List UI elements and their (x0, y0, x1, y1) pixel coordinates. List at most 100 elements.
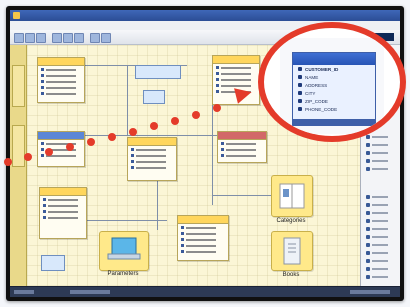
pointer-dot (213, 104, 221, 112)
toolbar-button[interactable] (74, 33, 84, 43)
pointer-dot (24, 153, 32, 161)
key-icon (41, 68, 44, 71)
column-icon (181, 244, 184, 247)
customers-table[interactable]: CUSTOMER_ID NAME ADDRESS CITY ZIP_CODE P… (292, 52, 376, 126)
table-field-row: CUSTOMER_ID (298, 65, 370, 73)
relation-node[interactable] (41, 255, 65, 271)
key-icon (181, 226, 184, 229)
field-name: CUSTOMER_ID (305, 66, 339, 72)
column-icon (131, 154, 134, 157)
tree-item[interactable] (366, 211, 388, 215)
laptop-icon (107, 237, 141, 260)
field-name: ZIP_CODE (305, 98, 328, 104)
pointer-dot (108, 133, 116, 141)
table-entity[interactable] (39, 187, 87, 239)
column-icon (41, 80, 44, 83)
tree-node-icon (366, 243, 370, 247)
tree-item[interactable] (366, 275, 388, 279)
column-icon (131, 166, 134, 169)
tree-item[interactable] (366, 227, 388, 231)
field-name: NAME (305, 74, 319, 80)
title-bar (10, 10, 400, 21)
table-entity[interactable] (37, 57, 85, 103)
toolbar-button[interactable] (63, 33, 73, 43)
table-field-row: ZIP_CODE (298, 97, 370, 105)
taskbar-item[interactable] (14, 290, 34, 294)
tree-node-icon (366, 195, 370, 199)
tree-item[interactable] (366, 235, 388, 239)
tree-item[interactable] (366, 167, 388, 171)
relation-node[interactable] (143, 90, 165, 104)
toolbar-button[interactable] (101, 33, 111, 43)
relation-line (212, 105, 213, 205)
tree-node-icon (366, 167, 370, 171)
customers-table-header (293, 53, 375, 65)
column-icon (181, 238, 184, 241)
key-icon (216, 66, 219, 69)
books-illustration[interactable] (271, 231, 313, 271)
taskbar-item[interactable] (350, 290, 390, 294)
book-icon (279, 183, 305, 209)
table-field-row: CITY (298, 89, 370, 97)
tree-item[interactable] (366, 267, 388, 271)
column-icon (298, 99, 302, 103)
left-panel (10, 45, 27, 287)
tree-node-icon (366, 211, 370, 215)
taskbar-item[interactable] (70, 290, 110, 294)
pointer-dot (4, 158, 12, 166)
pointer-dot (150, 122, 158, 130)
categories-illustration[interactable] (271, 175, 313, 217)
tree-node-icon (366, 203, 370, 207)
pointer-dot (45, 148, 53, 156)
tree-item[interactable] (366, 143, 388, 147)
tree-item[interactable] (366, 151, 388, 155)
tree-node-icon (366, 227, 370, 231)
table-entity[interactable] (127, 137, 177, 181)
left-panel-tab[interactable] (12, 65, 25, 107)
column-icon (41, 148, 44, 151)
tree-item[interactable] (366, 251, 388, 255)
parameters-illustration[interactable] (99, 231, 149, 271)
table-entity[interactable] (177, 215, 229, 261)
tree-item[interactable] (366, 259, 388, 263)
tree-node-icon (366, 159, 370, 163)
app-icon (13, 12, 20, 19)
column-icon (43, 210, 46, 213)
pointer-dot (87, 138, 95, 146)
toolbar-button[interactable] (52, 33, 62, 43)
left-panel-tab[interactable] (12, 125, 25, 167)
tree-item[interactable] (366, 195, 388, 199)
pointer-dot (171, 117, 179, 125)
tree-node-icon (366, 219, 370, 223)
tree-item[interactable] (366, 135, 388, 139)
tree-item[interactable] (366, 243, 388, 247)
parameters-caption: Parameters (107, 271, 139, 277)
relation-line (87, 220, 167, 221)
key-icon (221, 142, 224, 145)
key-icon (41, 142, 44, 145)
tree-node-icon (366, 275, 370, 279)
field-name: CITY (305, 90, 316, 96)
toolbar-button[interactable] (25, 33, 35, 43)
column-icon (181, 250, 184, 253)
key-icon (43, 198, 46, 201)
field-name: ADDRESS (305, 82, 328, 88)
toolbar-button[interactable] (14, 33, 24, 43)
books-caption: Books (282, 272, 300, 278)
relation-node[interactable] (135, 65, 181, 79)
column-icon (216, 78, 219, 81)
categories-caption: Categories (276, 218, 306, 224)
column-icon (131, 160, 134, 163)
toolbar-button[interactable] (90, 33, 100, 43)
toolbar-button[interactable] (36, 33, 46, 43)
tree-item[interactable] (366, 219, 388, 223)
column-icon (221, 154, 224, 157)
column-icon (41, 86, 44, 89)
column-icon (298, 75, 302, 79)
table-entity[interactable] (217, 131, 267, 163)
pointer-dot (192, 111, 200, 119)
tree-item[interactable] (366, 203, 388, 207)
table-entity[interactable] (37, 131, 85, 167)
tree-item[interactable] (366, 159, 388, 163)
taskbar (10, 286, 400, 297)
